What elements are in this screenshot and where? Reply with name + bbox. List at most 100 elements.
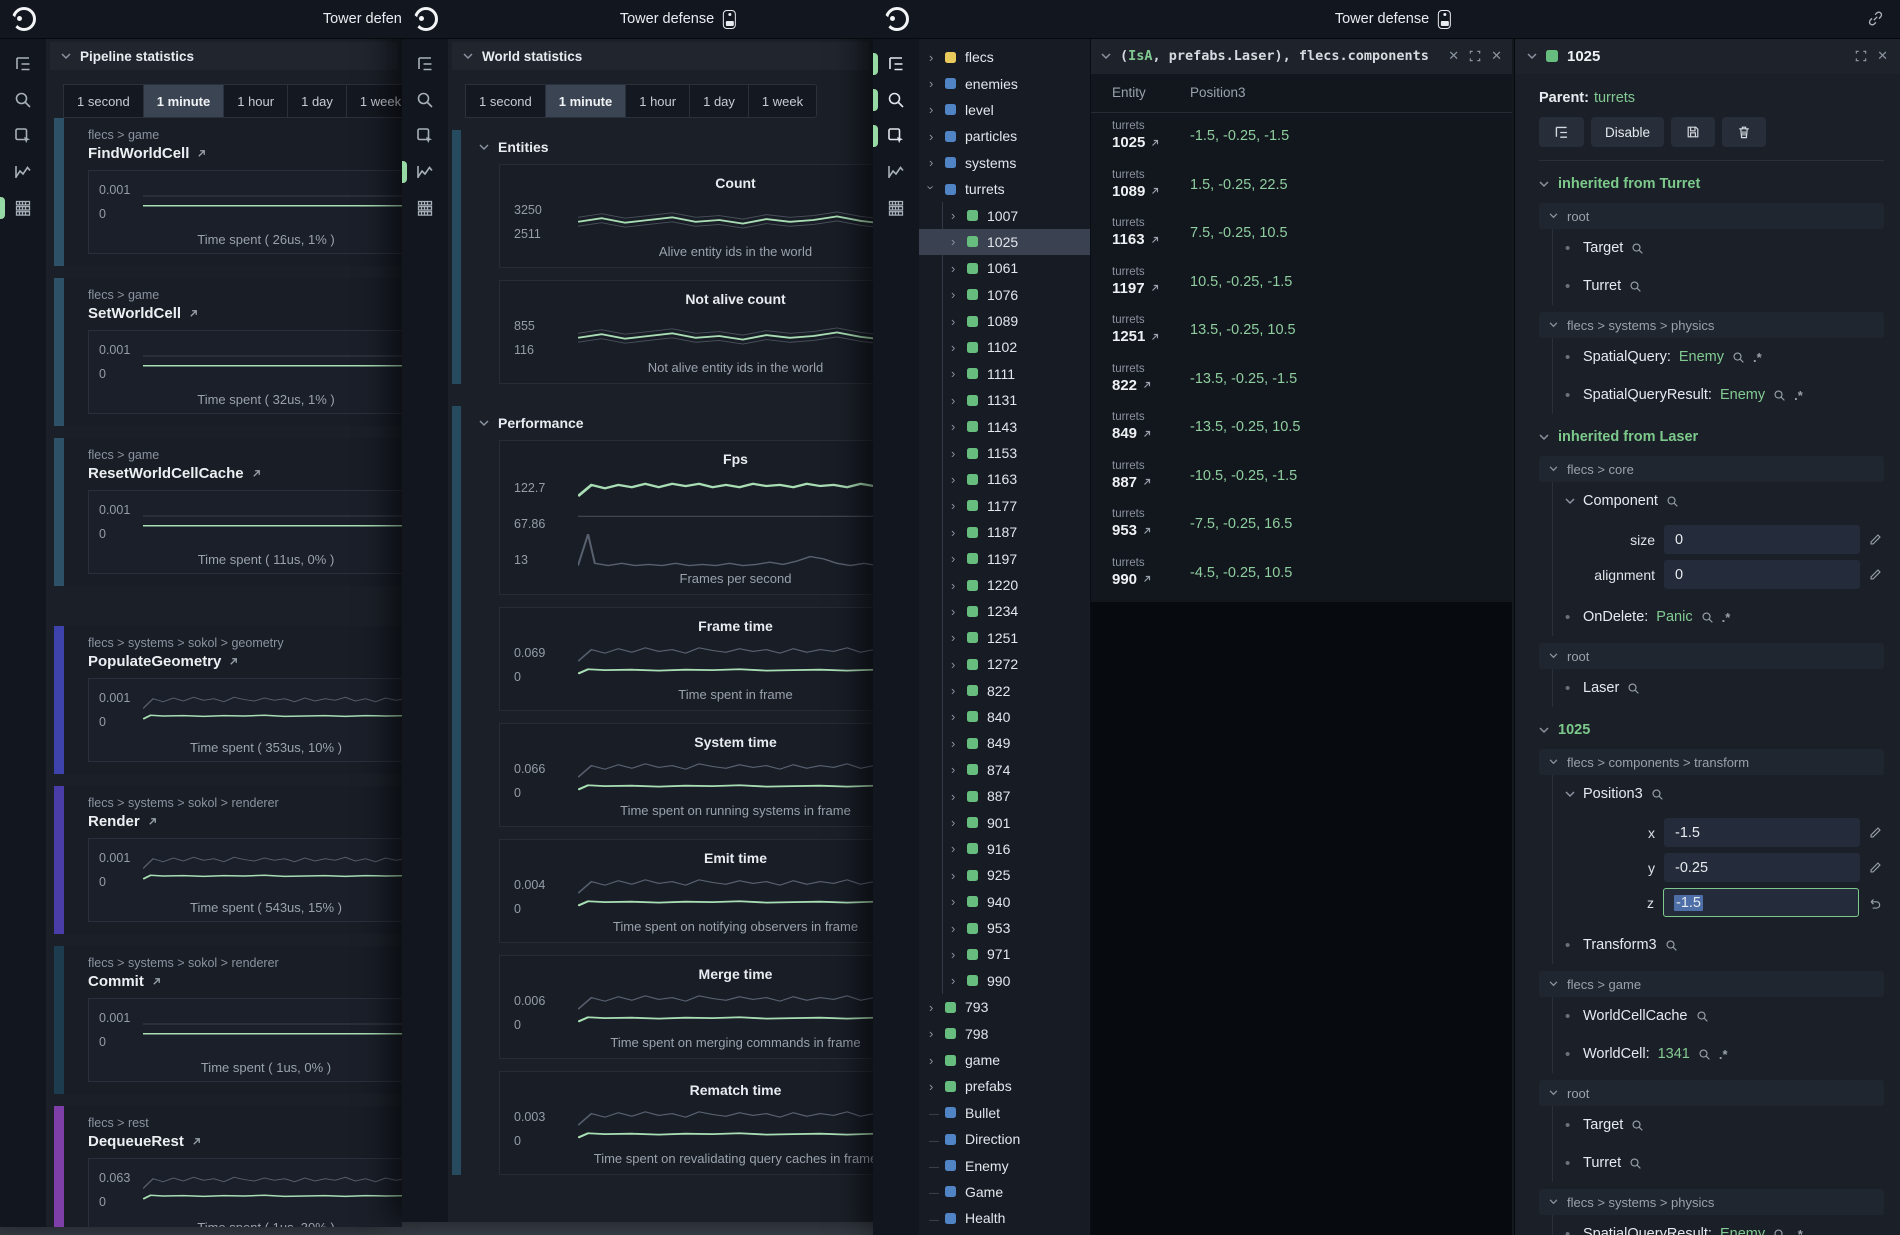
external-link-icon[interactable] [1142,429,1152,439]
expand-arrow-icon[interactable] [951,551,967,566]
tree-item[interactable]: 1076 [919,282,1090,308]
expand-arrow-icon[interactable] [929,1132,945,1147]
tree-item[interactable]: level [919,97,1090,123]
magnifier-icon[interactable] [1627,682,1640,695]
row-entity-id[interactable]: 1251 [1112,328,1145,345]
panel-title-bar[interactable]: World statistics [452,42,869,70]
tree-item[interactable]: Bullet [919,1100,1090,1126]
sidebar-query-search-icon[interactable] [402,82,448,118]
tree-item[interactable]: systems [919,150,1090,176]
expand-arrow-icon[interactable] [929,1026,945,1041]
expand-arrow-icon[interactable] [951,498,967,513]
expand-arrow-icon[interactable] [929,1211,945,1226]
external-link-icon[interactable] [1142,574,1152,584]
expand-arrow-icon[interactable] [951,578,967,593]
sidebar-query-search-icon[interactable] [873,82,919,118]
save-button[interactable] [1671,117,1715,147]
expand-arrow-icon[interactable] [951,657,967,672]
magnifier-icon[interactable] [1629,280,1642,293]
tree-item[interactable]: 1089 [919,308,1090,334]
sidebar-entity-tree-icon[interactable] [873,46,919,82]
time-range-button[interactable]: 1 second [465,84,546,118]
magnifier-icon[interactable] [1698,1048,1711,1061]
tree-item[interactable]: Game [919,1179,1090,1205]
row-entity-id[interactable]: 1025 [1112,134,1145,151]
tree-item[interactable]: Enemy [919,1152,1090,1178]
pencil-icon[interactable] [1869,861,1882,874]
tree-item[interactable]: 971 [919,941,1090,967]
expand-arrow-icon[interactable] [929,1184,945,1199]
tree-item[interactable]: 887 [919,783,1090,809]
panel-title-bar[interactable]: Pipeline statistics [50,42,398,70]
magnifier-icon[interactable] [1732,351,1745,364]
external-link-icon[interactable] [1150,332,1160,342]
query-result-row[interactable]: turrets 990 -4.5, -0.25, 10.5 [1091,550,1512,599]
expand-arrow-icon[interactable] [951,921,967,936]
tree-item[interactable]: 901 [919,809,1090,835]
expand-arrow-icon[interactable] [951,947,967,962]
tree-item[interactable]: 1111 [919,361,1090,387]
tree-item[interactable]: turrets [919,176,1090,202]
tree-item[interactable]: game [919,1047,1090,1073]
component-value-link[interactable]: Enemy [1720,1226,1765,1235]
sidebar-query-search-icon[interactable] [0,82,46,118]
row-entity-id[interactable]: 990 [1112,571,1137,588]
external-link-icon[interactable] [1142,526,1152,536]
section-header[interactable]: Performance [461,406,873,440]
expand-arrow-icon[interactable] [951,208,967,223]
scope-header[interactable]: root [1539,1080,1884,1106]
sidebar-pipeline-statistics-icon[interactable] [873,190,919,226]
external-link-icon[interactable] [1150,235,1160,245]
expand-arrow-icon[interactable] [951,841,967,856]
disable-button[interactable]: Disable [1591,117,1664,147]
tree-item[interactable]: 793 [919,994,1090,1020]
scope-header[interactable]: flecs > components > transform [1539,749,1884,775]
component-value-link[interactable]: Enemy [1720,387,1765,403]
time-range-button[interactable]: 1 second [63,84,144,118]
sidebar-inspector-icon[interactable] [873,118,919,154]
external-link-icon[interactable] [1142,380,1152,390]
section-header[interactable]: inherited from Turret [1539,172,1884,196]
expand-arrow-icon[interactable] [951,446,967,461]
expand-arrow-icon[interactable] [929,1053,945,1068]
scope-header[interactable]: flecs > game [1539,971,1884,997]
expand-arrow-icon[interactable] [951,868,967,883]
time-range-button[interactable]: 1 minute [545,84,626,118]
external-link-icon[interactable] [1150,186,1160,196]
expand-arrow-icon[interactable] [929,76,945,91]
tree-item[interactable]: enemies [919,70,1090,96]
query-result-row[interactable]: turrets 1197 10.5, -0.25, -1.5 [1091,259,1512,308]
expand-arrow-icon[interactable] [951,683,967,698]
query-result-row[interactable]: turrets 822 -13.5, -0.25, -1.5 [1091,356,1512,405]
tree-item[interactable]: 1251 [919,625,1090,651]
component-value-link[interactable]: 1341 [1658,1046,1690,1062]
magnifier-icon[interactable] [1773,389,1786,402]
parent-link[interactable]: turrets [1594,90,1635,106]
row-entity-id[interactable]: 887 [1112,474,1137,491]
scope-header[interactable]: flecs > systems > physics [1539,1189,1884,1215]
tree-item[interactable]: 1153 [919,440,1090,466]
fullscreen-icon[interactable] [1468,49,1482,63]
expand-arrow-icon[interactable] [951,472,967,487]
expand-arrow-icon[interactable] [951,366,967,381]
magnifier-icon[interactable] [1696,1010,1709,1023]
card-title-link[interactable]: DequeueRest [88,1133,402,1150]
tree-item[interactable]: 1197 [919,545,1090,571]
tree-item[interactable]: 916 [919,836,1090,862]
tree-item[interactable]: flecs [919,44,1090,70]
magnifier-icon[interactable] [1701,611,1714,624]
tree-item[interactable]: 1131 [919,387,1090,413]
tree-item[interactable]: 840 [919,704,1090,730]
expand-arrow-icon[interactable] [951,709,967,724]
tree-item[interactable]: 1177 [919,493,1090,519]
expand-arrow-icon[interactable] [929,1079,945,1094]
undo-icon[interactable] [1868,896,1882,910]
expand-arrow-icon[interactable] [951,287,967,302]
sidebar-inspector-icon[interactable] [0,118,46,154]
expand-arrow-icon[interactable] [951,340,967,355]
query-result-row[interactable]: turrets 887 -10.5, -0.25, -1.5 [1091,453,1512,502]
tree-item[interactable]: 874 [919,757,1090,783]
expand-arrow-icon[interactable] [929,1158,945,1173]
sidebar-inspector-icon[interactable] [402,118,448,154]
time-range-button[interactable]: 1 week [346,84,402,118]
